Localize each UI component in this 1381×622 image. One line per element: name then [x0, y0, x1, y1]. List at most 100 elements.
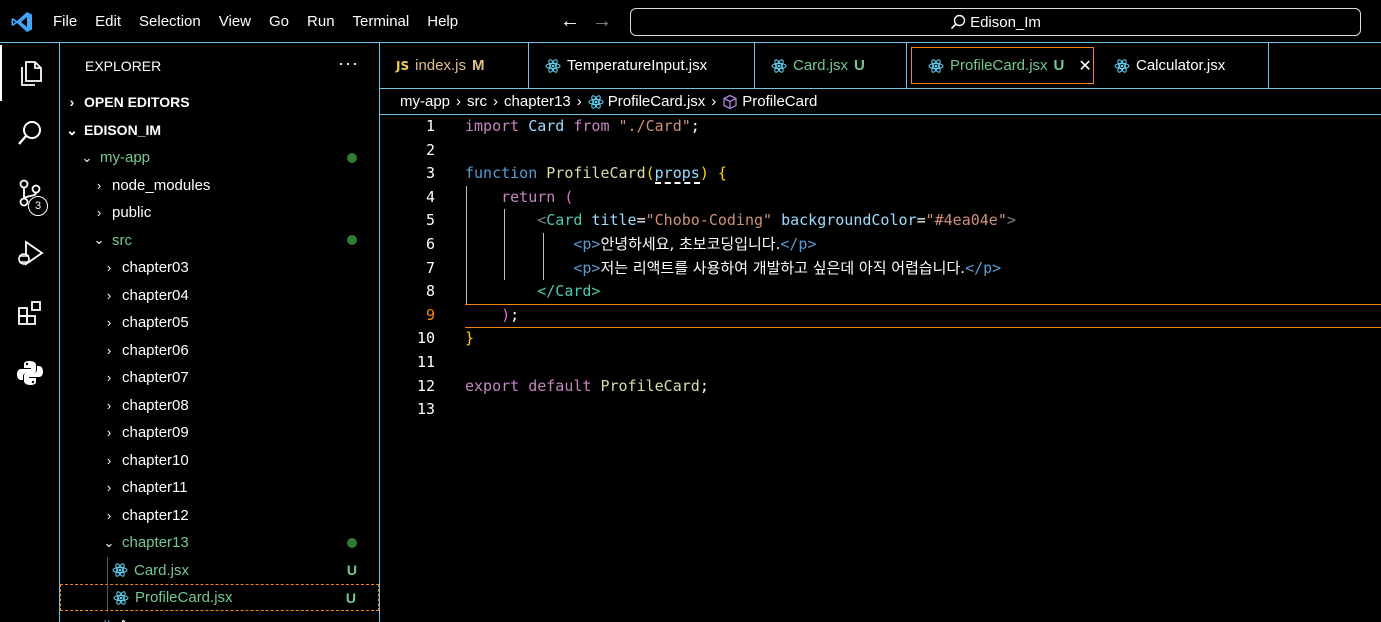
search-activity[interactable] — [0, 105, 60, 161]
tree-item[interactable]: › public — [60, 199, 379, 226]
breadcrumb-item[interactable]: src — [467, 93, 487, 110]
tree-item[interactable]: › chapter07 — [60, 364, 379, 391]
symbol-component-icon — [723, 94, 737, 109]
menu-terminal[interactable]: Terminal — [344, 0, 419, 43]
react-icon — [588, 94, 604, 109]
tree-item[interactable]: › chapter04 — [60, 282, 379, 309]
react-icon — [545, 58, 561, 73]
chevron-right-icon: › — [106, 480, 112, 495]
menu-file[interactable]: File — [44, 0, 86, 43]
css-file-icon: # — [102, 617, 110, 622]
code-line-7: <p>저는 리액트를 사용하여 개발하고 싶은데 아직 어렵습니다.</p> — [573, 258, 1002, 277]
menu-view[interactable]: View — [210, 0, 260, 43]
tab-label: ProfileCard.jsx — [950, 57, 1048, 74]
line-number: 13 — [416, 400, 435, 419]
code-line-6: <p>안녕하세요, 초보코딩입니다.</p> — [573, 235, 817, 253]
line-number: 11 — [416, 353, 435, 371]
back-arrow-icon[interactable]: ← — [560, 10, 580, 33]
more-actions-icon[interactable]: ··· — [338, 53, 359, 74]
tab-index-js[interactable]: JS index.js M — [380, 43, 529, 88]
tree-item-label: chapter08 — [122, 396, 189, 414]
tab-temperature-input[interactable]: TemperatureInput.jsx — [529, 43, 755, 88]
tree-item[interactable]: # App.css — [60, 612, 379, 622]
react-icon — [113, 590, 129, 605]
vscode-logo-icon — [11, 12, 32, 32]
menu-edit[interactable]: Edit — [86, 0, 130, 43]
workspace-section[interactable]: ⌄ EDISON_IM — [60, 117, 379, 143]
tab-calculator-jsx[interactable]: Calculator.jsx — [1098, 43, 1269, 88]
tree-item[interactable]: › node_modules — [60, 172, 379, 199]
title-bar: File Edit Selection View Go Run Terminal… — [0, 0, 1381, 43]
chevron-right-icon: › — [576, 93, 582, 110]
tab-card-jsx[interactable]: Card.jsx U — [755, 43, 907, 88]
tab-profile-card-jsx[interactable]: ProfileCard.jsx U ✕ — [911, 47, 1094, 84]
tree-item-label: my-app — [100, 149, 151, 166]
tree-item-label: chapter12 — [122, 506, 189, 524]
code-editor[interactable]: 1 2 3 4 5 6 7 8 9 10 11 12 13 import Card from "./Ca… — [380, 115, 1381, 622]
menu-help[interactable]: Help — [418, 0, 467, 43]
tree-item[interactable]: › chapter06 — [60, 337, 379, 364]
line-number: 1 — [425, 117, 435, 135]
line-number: 3 — [425, 164, 435, 183]
python-icon — [17, 361, 43, 385]
line-number: 9 — [425, 305, 435, 324]
tree-item[interactable]: › chapter08 — [60, 392, 379, 419]
tree-item-label: src — [112, 231, 132, 249]
untracked-badge: U — [854, 57, 865, 74]
breadcrumb-item[interactable]: my-app — [400, 93, 450, 110]
chevron-right-icon: › — [106, 397, 112, 413]
chevron-right-icon: › — [106, 287, 112, 303]
tree-indent-guide — [107, 556, 108, 612]
tree-item[interactable]: ⌄ chapter13 — [60, 529, 379, 556]
breadcrumb-item[interactable]: chapter13 — [504, 93, 571, 110]
tree-item[interactable]: ⌄ my-app — [60, 144, 379, 171]
python-activity[interactable] — [0, 345, 60, 401]
tree-item[interactable]: › chapter11 — [60, 474, 379, 501]
menu-go[interactable]: Go — [260, 0, 298, 43]
explorer-sidebar: EXPLORER ··· › OPEN EDITORS ⌄ EDISON_IM … — [60, 43, 380, 622]
menu-selection[interactable]: Selection — [130, 0, 210, 43]
extensions-activity[interactable] — [0, 285, 60, 341]
explorer-activity[interactable] — [0, 45, 60, 101]
tree-item[interactable]: › chapter03 — [60, 254, 379, 281]
chevron-down-icon: ⌄ — [93, 232, 105, 247]
modified-badge: M — [471, 57, 485, 74]
run-debug-activity[interactable] — [0, 225, 60, 281]
tree-item[interactable]: › chapter05 — [60, 309, 379, 336]
tab-label: index.js — [415, 57, 466, 74]
chevron-right-icon: › — [106, 507, 112, 523]
line-number: 2 — [425, 140, 435, 159]
menu-run[interactable]: Run — [298, 0, 344, 43]
chevron-right-icon: › — [456, 93, 462, 110]
code-line-4: return ( — [501, 187, 574, 206]
tree-item-label: chapter04 — [122, 286, 189, 304]
tree-item-label: chapter07 — [122, 369, 189, 386]
tree-item[interactable]: ⌄ src — [60, 227, 379, 254]
tree-item[interactable]: › chapter09 — [60, 419, 379, 446]
editor-tabs: JS index.js M TemperatureInput.jsx Card.… — [380, 43, 1381, 89]
workspace-label: EDISON_IM — [84, 122, 162, 138]
command-center-search[interactable]: Edison_Im — [630, 8, 1361, 36]
line-number: 10 — [416, 329, 435, 348]
close-icon[interactable]: ✕ — [1078, 56, 1091, 76]
tab-label: Calculator.jsx — [1136, 57, 1226, 74]
chevron-right-icon: › — [106, 342, 112, 358]
chevron-down-icon: ⌄ — [81, 149, 93, 165]
breadcrumb: my-app › src › chapter13 › ProfileCard.j… — [380, 89, 1381, 115]
tab-label: Card.jsx — [793, 57, 849, 74]
forward-arrow-icon[interactable]: → — [592, 10, 612, 33]
search-text: Edison_Im — [970, 13, 1041, 31]
code-line-3: function ProfileCard(props) { — [465, 164, 727, 185]
code-line-9: ); — [501, 305, 520, 324]
open-editors-label: OPEN EDITORS — [84, 94, 190, 110]
menu-bar: File Edit Selection View Go Run Terminal… — [44, 0, 467, 43]
tree-item-label: chapter03 — [122, 259, 189, 276]
tree-item[interactable]: › chapter10 — [60, 447, 379, 474]
open-editors-section[interactable]: › OPEN EDITORS — [60, 89, 379, 115]
breadcrumb-item[interactable]: ProfileCard.jsx — [608, 93, 706, 110]
source-control-activity[interactable]: 3 — [0, 165, 60, 221]
breadcrumb-item[interactable]: ProfileCard — [742, 93, 817, 110]
tree-item-label: chapter05 — [122, 314, 189, 331]
tree-item[interactable]: › chapter12 — [60, 502, 379, 529]
tree-item-label: ProfileCard.jsx — [135, 589, 233, 606]
